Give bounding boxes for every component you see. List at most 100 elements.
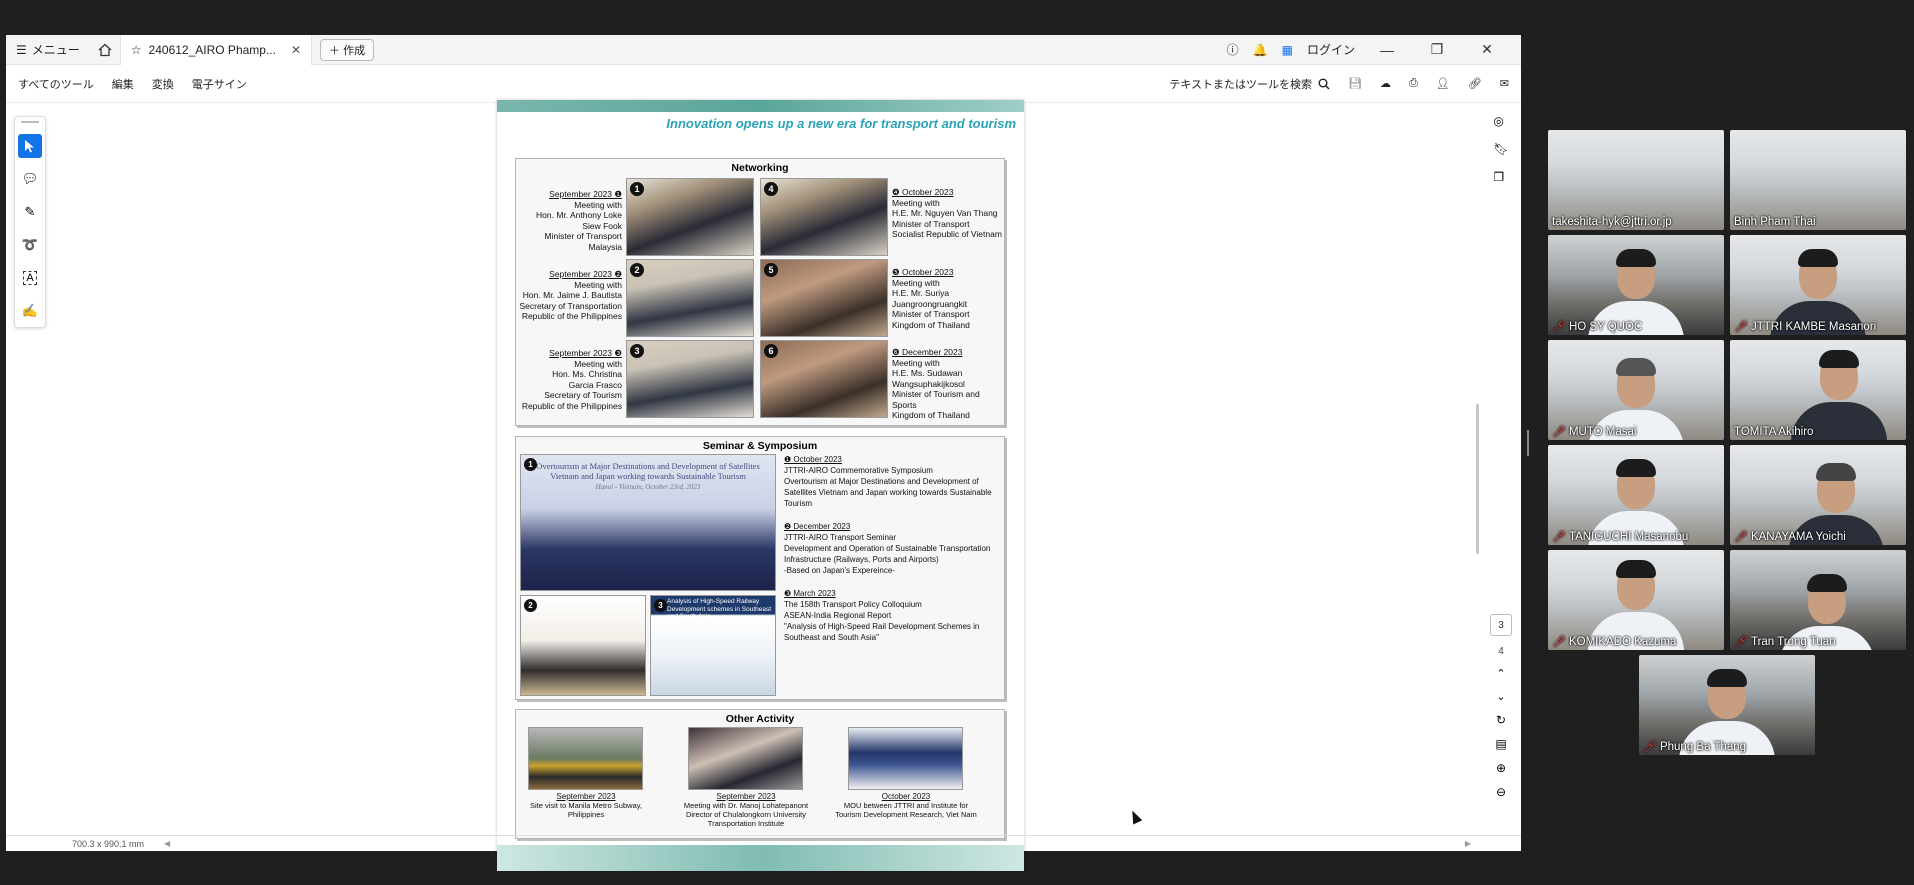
zoom-out-icon[interactable]: ⊖ xyxy=(1496,785,1506,799)
home-button[interactable] xyxy=(90,35,120,65)
panel-splitter[interactable] xyxy=(1527,430,1529,456)
bookmark-icon[interactable]: 🔖︎ xyxy=(1493,142,1508,156)
networking-photo-2: 2 xyxy=(626,259,754,337)
link-icon[interactable]: 🔗︎ xyxy=(1468,77,1482,90)
pages-icon[interactable]: ❐ xyxy=(1493,170,1508,184)
toolbar-edit[interactable]: 編集 xyxy=(112,76,134,92)
page-dimensions: 700.3 x 990.1 mm xyxy=(72,838,145,849)
symposium-photo: Overtourism at Major Destinations and De… xyxy=(520,454,776,591)
comment-tool[interactable]: 💬︎ xyxy=(18,167,42,191)
scroll-right-icon[interactable]: ▶ xyxy=(1465,839,1471,848)
mic-muted-icon: 🎤︎ xyxy=(1734,636,1748,648)
networking-entry: September 2023 ❷ Meeting with Hon. Mr. J… xyxy=(519,269,622,321)
page-number-input[interactable]: 3 xyxy=(1490,614,1512,636)
video-tile[interactable]: 🎤︎ KOMIKADO Kazuma xyxy=(1548,550,1724,650)
pen-icon: ✎ xyxy=(24,204,36,219)
sign-tool[interactable]: ✍ xyxy=(18,299,42,323)
help-icon[interactable]: ⓘ xyxy=(1227,41,1239,58)
activity-caption: September 2023 Site visit to Manila Metr… xyxy=(530,792,642,819)
video-tile[interactable]: 🎤︎ Tran Trong Tuan xyxy=(1730,550,1906,650)
toolbar-all-tools[interactable]: すべてのツール xyxy=(18,76,94,92)
page-header-band xyxy=(497,100,1024,112)
rotate-icon[interactable]: ↻ xyxy=(1496,713,1506,727)
mic-muted-icon: 🎤︎ xyxy=(1734,531,1748,543)
other-activity-title: Other Activity xyxy=(725,713,795,725)
drag-handle[interactable] xyxy=(21,121,39,123)
video-tile[interactable]: 🎤︎ JTTRI KAMBE Masanori xyxy=(1730,235,1906,335)
bell-icon[interactable]: 🔔 xyxy=(1253,43,1268,57)
save-icon[interactable]: 💾︎ xyxy=(1348,77,1362,90)
home-icon xyxy=(98,43,112,56)
login-button[interactable]: ログイン xyxy=(1307,41,1355,58)
upload-cloud-icon[interactable]: ☁ xyxy=(1380,77,1391,90)
networking-photo-6: 6 xyxy=(760,340,888,418)
activity-caption: September 2023 Meeting with Dr. Manoj Lo… xyxy=(683,792,809,828)
seminar-title: Seminar & Symposium xyxy=(702,440,818,452)
toolbar-e-sign[interactable]: 電子サイン xyxy=(192,76,247,92)
networking-title: Networking xyxy=(731,162,789,174)
menu-button[interactable]: ☰ メニュー xyxy=(6,35,90,65)
scroll-left-icon[interactable]: ◀ xyxy=(164,839,170,848)
networking-entry: ❻ December 2023 Meeting with H.E. Ms. Su… xyxy=(892,347,980,420)
search-icon xyxy=(1318,78,1330,90)
activity-photo-1 xyxy=(528,727,643,790)
mic-muted-icon: 🎤︎ xyxy=(1552,636,1566,648)
star-icon[interactable]: ☆ xyxy=(131,43,142,57)
toolbar-convert[interactable]: 変換 xyxy=(152,76,174,92)
video-tile[interactable]: takeshita-hyk@jttri.or.jp xyxy=(1548,130,1724,230)
mic-muted-icon: 🎤︎ xyxy=(1552,321,1566,333)
close-window-icon[interactable]: ✕ xyxy=(1469,41,1505,58)
text-tool[interactable]: A xyxy=(18,266,42,290)
acrobat-window: ☰ メニュー ☆ 240612_AIRO Phamp... ✕ ＋ 作成 ⓘ 🔔… xyxy=(6,34,1521,871)
video-tile[interactable]: 🎤︎ Phung Ba Thang xyxy=(1639,655,1815,755)
video-tile[interactable]: Binh Pham Thai xyxy=(1730,130,1906,230)
video-tile[interactable]: 🎤︎ TANIGUCHI Masanobu xyxy=(1548,445,1724,545)
vertical-scrollbar[interactable] xyxy=(1476,404,1479,554)
page-total: 4 xyxy=(1498,646,1504,657)
networking-photo-4: 4 xyxy=(760,178,888,256)
close-tab-icon[interactable]: ✕ xyxy=(291,43,301,57)
quick-tools-panel: 💬︎ ✎ ➰ A ✍ xyxy=(14,116,46,328)
minimize-icon[interactable]: — xyxy=(1369,42,1405,58)
comments-panel-icon[interactable]: ◎ xyxy=(1493,114,1508,128)
mic-muted-icon: 🎤︎ xyxy=(1552,531,1566,543)
pdf-page: Innovation opens up a new era for transp… xyxy=(497,100,1024,871)
print-icon[interactable]: ⎙ xyxy=(1409,77,1418,90)
networking-entry: ❹ October 2023 Meeting with H.E. Mr. Ngu… xyxy=(892,187,1002,239)
video-tile[interactable]: 🎤︎ KANAYAMA Yoichi xyxy=(1730,445,1906,545)
plus-icon: ＋ xyxy=(329,44,341,57)
activity-photo-3 xyxy=(848,727,963,790)
networking-photo-3: 3 xyxy=(626,340,754,418)
chevron-down-icon[interactable]: ⌄ xyxy=(1496,690,1505,703)
draw-tool[interactable]: ➰ xyxy=(18,233,42,257)
page-tagline: Innovation opens up a new era for transp… xyxy=(666,116,1016,131)
networking-photo-5: 5 xyxy=(760,259,888,337)
right-rail: ◎ 🔖︎ ❐ 3 4 ⌃ ⌄ ↻ ▤ ⊕ ⊖ xyxy=(1481,104,1521,851)
chevron-up-icon[interactable]: ⌃ xyxy=(1496,667,1505,680)
mic-muted-icon: 🎤︎ xyxy=(1643,741,1657,753)
status-bar: 700.3 x 990.1 mm ◀ ▶ xyxy=(6,835,1521,851)
highlight-tool[interactable]: ✎ xyxy=(18,200,42,224)
video-tile[interactable]: 🎤︎ MUTO Masai xyxy=(1548,340,1724,440)
mic-muted-icon: 🎤︎ xyxy=(1734,321,1748,333)
document-tab[interactable]: ☆ 240612_AIRO Phamp... ✕ xyxy=(119,34,313,65)
search-tools-button[interactable]: テキストまたはツールを検索 xyxy=(1169,76,1330,92)
comment-icon: 💬︎ xyxy=(21,171,39,186)
signature-icon: ✍ xyxy=(21,303,39,318)
share-user-icon[interactable]: 👤︎ xyxy=(1436,77,1450,90)
video-tile[interactable]: 🎤︎ HO SY QUOC xyxy=(1548,235,1724,335)
apps-grid-icon[interactable]: ▦ xyxy=(1282,43,1293,57)
cursor-arrow-icon xyxy=(25,140,34,153)
fit-page-icon[interactable]: ▤ xyxy=(1495,737,1506,751)
restore-icon[interactable]: ❐ xyxy=(1419,41,1455,58)
mail-icon[interactable]: ✉ xyxy=(1500,77,1509,90)
zoom-in-icon[interactable]: ⊕ xyxy=(1496,761,1506,775)
select-tool[interactable] xyxy=(18,134,42,158)
create-button[interactable]: ＋ 作成 xyxy=(320,38,375,61)
title-bar: ☰ メニュー ☆ 240612_AIRO Phamp... ✕ ＋ 作成 ⓘ 🔔… xyxy=(6,34,1521,65)
seminar-entry: ❷ December 2023 JTTRI-AIRO Transport Sem… xyxy=(784,522,991,575)
video-tile[interactable]: TOMITA Akihiro xyxy=(1730,340,1906,440)
document-workspace[interactable]: 💬︎ ✎ ➰ A ✍ Innovation opens up a new era… xyxy=(6,100,1521,871)
main-toolbar: すべてのツール 編集 変換 電子サイン テキストまたはツールを検索 💾︎ ☁ ⎙… xyxy=(6,65,1521,103)
networking-entry: September 2023 ❶ Meeting with Hon. Mr. A… xyxy=(536,189,622,252)
